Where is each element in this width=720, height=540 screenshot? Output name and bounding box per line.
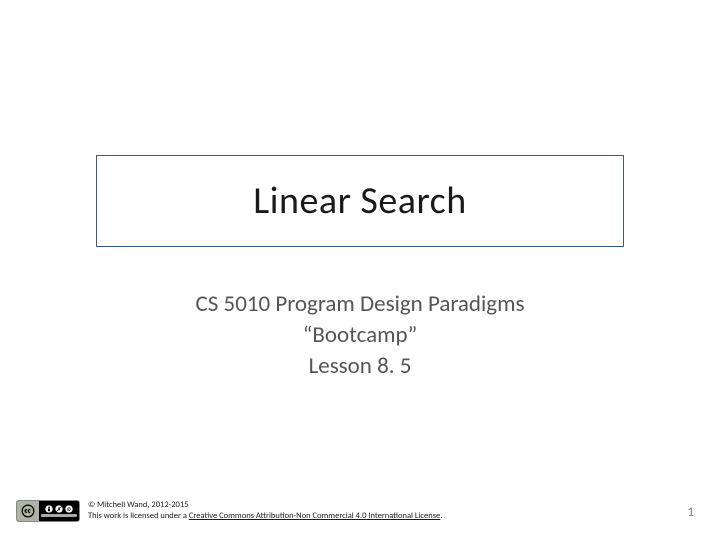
cc-badge-icons: $ xyxy=(45,505,73,513)
cc-logo-icon xyxy=(17,501,39,521)
license-suffix: . xyxy=(440,511,442,521)
license-line: This work is licensed under a Creative C… xyxy=(88,511,442,522)
cc-by-icon xyxy=(45,505,53,513)
cc-nc-icon: $ xyxy=(55,505,63,513)
subtitle-line-1: CS 5010 Program Design Paradigms xyxy=(96,289,624,320)
subtitle-block: CS 5010 Program Design Paradigms “Bootca… xyxy=(96,289,624,382)
page-number: 1 xyxy=(687,505,694,520)
slide-title: Linear Search xyxy=(253,178,466,224)
title-box: Linear Search xyxy=(96,155,624,247)
cc-license-badge-icon: $ xyxy=(16,500,80,522)
cc-badge-right: $ xyxy=(39,501,79,521)
subtitle-line-2: “Bootcamp” xyxy=(96,320,624,351)
subtitle-line-3: Lesson 8. 5 xyxy=(96,351,624,382)
footer-text: © Mitchell Wand, 2012-2015 This work is … xyxy=(88,500,442,521)
footer: $ © Mitchell Wand, 2012-2015 This work i… xyxy=(16,500,442,522)
cc-sa-icon xyxy=(65,505,73,513)
cc-badge-bar xyxy=(41,514,77,517)
license-prefix: This work is licensed under a xyxy=(88,511,189,521)
copyright-line: © Mitchell Wand, 2012-2015 xyxy=(88,500,442,511)
license-link[interactable]: Creative Commons Attribution-Non Commerc… xyxy=(189,511,440,521)
